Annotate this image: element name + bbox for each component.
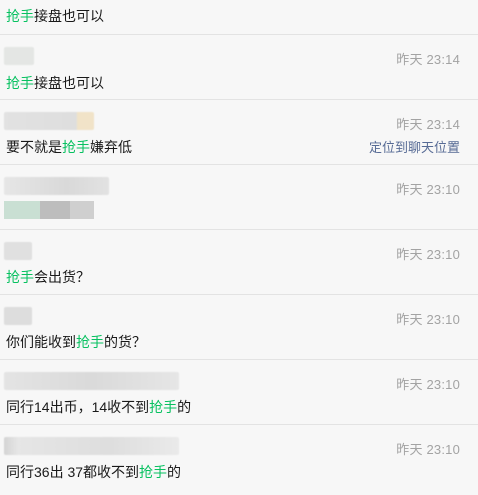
message-snippet: 要不就是抢手嫌弃低	[6, 139, 132, 155]
message-snippet: 同行14出币，14收不到抢手的	[6, 399, 192, 415]
list-item[interactable]: 昨天 23:14 要不就是抢手嫌弃低 定位到聊天位置	[0, 99, 478, 164]
list-item[interactable]: 昨天 23:10	[0, 164, 478, 229]
message-time: 昨天 23:10	[396, 442, 460, 457]
list-item[interactable]: 昨天 23:10 同行36出 37都收不到抢手的	[0, 424, 478, 495]
keyword-highlight: 抢手	[62, 139, 90, 155]
sender-name-blurred	[4, 177, 109, 195]
message-content-blurred	[4, 201, 94, 219]
message-time: 昨天 23:10	[396, 247, 460, 262]
keyword-highlight: 抢手	[6, 8, 34, 24]
message-time: 昨天 23:10	[396, 182, 460, 197]
search-results-list: 抢手接盘也可以 昨天 23:14 抢手接盘也可以 昨天 23:14 要不就是抢手…	[0, 0, 478, 495]
list-item[interactable]: 昨天 23:10 同行14出币，14收不到抢手的	[0, 359, 478, 424]
list-item[interactable]: 昨天 23:10 抢手会出货？	[0, 229, 478, 294]
message-time: 昨天 23:14	[396, 117, 460, 132]
sender-name-blurred	[4, 47, 34, 65]
sender-name-blurred	[4, 437, 179, 455]
list-item[interactable]: 昨天 23:14 抢手接盘也可以	[0, 34, 478, 99]
keyword-highlight: 抢手	[6, 269, 34, 285]
sender-name-blurred	[4, 112, 94, 130]
message-snippet: 你们能收到抢手的货？	[6, 334, 146, 350]
message-snippet: 抢手接盘也可以	[6, 8, 104, 24]
list-item[interactable]: 昨天 23:10 你们能收到抢手的货？	[0, 294, 478, 359]
sender-name-blurred	[4, 372, 179, 390]
keyword-highlight: 抢手	[76, 334, 104, 350]
message-time: 昨天 23:10	[396, 377, 460, 392]
message-snippet: 同行36出 37都收不到抢手的	[6, 464, 182, 480]
keyword-highlight: 抢手	[6, 75, 34, 91]
message-snippet: 抢手会出货？	[6, 269, 90, 285]
message-snippet: 抢手接盘也可以	[6, 75, 104, 91]
keyword-highlight: 抢手	[149, 399, 178, 415]
locate-in-chat-link[interactable]: 定位到聊天位置	[369, 137, 460, 156]
sender-name-blurred	[4, 242, 32, 260]
message-time: 昨天 23:10	[396, 312, 460, 327]
sender-name-blurred	[4, 307, 32, 325]
list-item[interactable]: 抢手接盘也可以	[0, 0, 478, 34]
message-time: 昨天 23:14	[396, 52, 460, 67]
keyword-highlight: 抢手	[139, 464, 168, 480]
